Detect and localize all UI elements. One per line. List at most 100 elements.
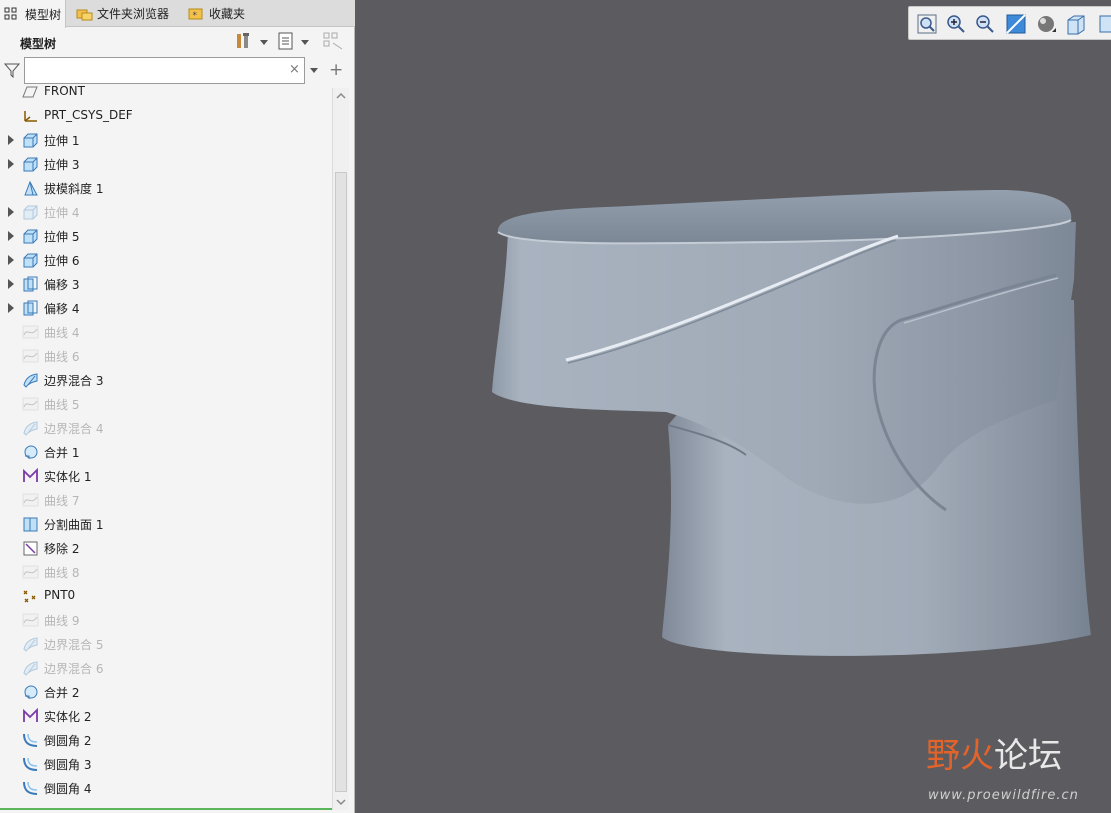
tree-item[interactable]: 曲线 9 bbox=[0, 608, 332, 632]
tree-item[interactable]: PRT_CSYS_DEF bbox=[0, 104, 332, 128]
watermark-title: 野火论坛 bbox=[926, 728, 1062, 777]
tree-scrollbar[interactable] bbox=[332, 88, 349, 810]
tree-columns-icon bbox=[322, 31, 344, 54]
tree-item[interactable]: 曲线 5 bbox=[0, 392, 332, 416]
filter-icon[interactable] bbox=[3, 62, 21, 81]
tree-item[interactable]: 曲线 8 bbox=[0, 560, 332, 584]
list-icon bbox=[277, 31, 295, 54]
tab-model-tree-label: 模型树 bbox=[25, 7, 62, 22]
solidify-icon bbox=[22, 707, 39, 724]
datum-plane-icon bbox=[22, 86, 39, 100]
curve-icon bbox=[22, 612, 39, 628]
tree-item[interactable]: 拉伸 3 bbox=[0, 152, 332, 176]
tree-item[interactable]: 边界混合 6 bbox=[0, 656, 332, 680]
extrude-icon bbox=[22, 252, 39, 268]
zoom-in-icon[interactable] bbox=[944, 12, 968, 36]
tab-favorites-label: 收藏夹 bbox=[209, 7, 246, 21]
scroll-thumb[interactable] bbox=[335, 172, 347, 792]
expand-arrow-icon[interactable] bbox=[8, 255, 14, 265]
search-input[interactable] bbox=[24, 57, 305, 84]
remove-icon bbox=[22, 540, 39, 556]
expand-arrow-icon[interactable] bbox=[8, 207, 14, 217]
tree-item-label: 曲线 8 bbox=[44, 566, 80, 580]
tree-item-label: 拉伸 1 bbox=[44, 134, 80, 148]
boundary-blend-icon bbox=[22, 660, 39, 676]
tree-item[interactable]: 合并 1 bbox=[0, 440, 332, 464]
tree-item[interactable]: 曲线 4 bbox=[0, 320, 332, 344]
tree-item[interactable]: 偏移 4 bbox=[0, 296, 332, 320]
settings-dropdown-button[interactable] bbox=[234, 32, 268, 52]
tree-item[interactable]: 移除 2 bbox=[0, 536, 332, 560]
tab-favorites[interactable]: * 收藏夹 bbox=[184, 0, 251, 27]
zoom-out-icon[interactable] bbox=[973, 12, 997, 36]
tree-item-label: 拉伸 5 bbox=[44, 230, 80, 244]
tree-item-label: 拉伸 4 bbox=[44, 206, 80, 220]
tree-item[interactable]: 拉伸 5 bbox=[0, 224, 332, 248]
tree-item-label: 倒圆角 3 bbox=[44, 758, 92, 772]
tree-item[interactable]: 实体化 2 bbox=[0, 704, 332, 728]
favorites-icon: * bbox=[188, 7, 204, 21]
tree-item[interactable]: 拉伸 1 bbox=[0, 128, 332, 152]
tab-model-tree[interactable]: 模型树 bbox=[0, 0, 66, 28]
status-progress-line bbox=[0, 808, 332, 810]
expand-arrow-icon[interactable] bbox=[8, 303, 14, 313]
tree-item[interactable]: 偏移 3 bbox=[0, 272, 332, 296]
tree-filter-button[interactable] bbox=[322, 32, 344, 52]
show-dropdown-button[interactable] bbox=[277, 32, 309, 52]
scroll-up-button[interactable] bbox=[333, 88, 349, 104]
tree-item[interactable]: 分割曲面 1 bbox=[0, 512, 332, 536]
tree-item[interactable]: 曲线 6 bbox=[0, 344, 332, 368]
tree-item[interactable]: 拉伸 4 bbox=[0, 200, 332, 224]
boundary-blend-icon bbox=[22, 372, 39, 388]
round-icon bbox=[22, 756, 39, 772]
tree-title: 模型树 bbox=[20, 37, 57, 51]
tree-item[interactable]: 倒圆角 4 bbox=[0, 776, 332, 800]
tree-item[interactable]: 合并 2 bbox=[0, 680, 332, 704]
expand-arrow-icon[interactable] bbox=[8, 159, 14, 169]
expand-arrow-icon[interactable] bbox=[8, 279, 14, 289]
tree-item-label: 偏移 4 bbox=[44, 302, 80, 316]
tree-item[interactable]: 边界混合 4 bbox=[0, 416, 332, 440]
tree-item[interactable]: 拉伸 6 bbox=[0, 248, 332, 272]
tree-item[interactable]: 边界混合 3 bbox=[0, 368, 332, 392]
tree-item[interactable]: 倒圆角 2 bbox=[0, 728, 332, 752]
tree-item[interactable]: 曲线 7 bbox=[0, 488, 332, 512]
tree-item-label: PNT0 bbox=[44, 588, 76, 602]
offset-icon bbox=[22, 276, 39, 292]
search-options-dropdown-icon[interactable] bbox=[310, 68, 318, 73]
scroll-down-button[interactable] bbox=[333, 794, 349, 810]
tree-item[interactable]: 倒圆角 3 bbox=[0, 752, 332, 776]
extrude-icon bbox=[22, 204, 39, 220]
graphics-viewport[interactable]: 野火论坛 www.proewildfire.cn bbox=[356, 0, 1111, 813]
expand-arrow-icon[interactable] bbox=[8, 231, 14, 241]
tree-item-label: 拔模斜度 1 bbox=[44, 182, 104, 196]
tab-folder-browser[interactable]: 文件夹浏览器 bbox=[72, 0, 175, 27]
view-manager-icon[interactable] bbox=[1094, 12, 1111, 36]
saved-views-icon[interactable] bbox=[1064, 12, 1088, 36]
tree-item-label: 边界混合 3 bbox=[44, 374, 104, 388]
tree-item-label: 曲线 6 bbox=[44, 350, 80, 364]
tree-item[interactable]: 拔模斜度 1 bbox=[0, 176, 332, 200]
add-filter-icon[interactable]: + bbox=[329, 60, 343, 80]
merge-icon bbox=[22, 684, 39, 700]
extrude-icon bbox=[22, 228, 39, 244]
tree-header: 模型树 bbox=[0, 28, 354, 55]
tree-item-label: 移除 2 bbox=[44, 542, 80, 556]
watermark-title-part2: 论坛 bbox=[994, 736, 1062, 776]
tree-item[interactable]: PNT0 bbox=[0, 584, 332, 608]
display-style-icon[interactable] bbox=[1034, 12, 1058, 36]
tree-item-label: 曲线 9 bbox=[44, 614, 80, 628]
model-tree-list: FRONT PRT_CSYS_DEF 拉伸 1 拉伸 3 拔模斜度 1 拉伸 4 拉伸 5 拉… bbox=[0, 86, 332, 808]
extrude-icon bbox=[22, 132, 39, 148]
expand-arrow-icon[interactable] bbox=[8, 135, 14, 145]
tree-item[interactable]: 边界混合 5 bbox=[0, 632, 332, 656]
repaint-icon[interactable] bbox=[1004, 12, 1028, 36]
tree-item[interactable]: 实体化 1 bbox=[0, 464, 332, 488]
tree-item-label: 边界混合 5 bbox=[44, 638, 104, 652]
tree-item[interactable]: FRONT bbox=[0, 86, 332, 104]
tree-item-label: 边界混合 4 bbox=[44, 422, 104, 436]
refit-icon[interactable] bbox=[915, 12, 939, 36]
part-model-3d[interactable] bbox=[356, 0, 1111, 813]
clear-search-icon[interactable]: × bbox=[289, 62, 300, 77]
csys-icon bbox=[22, 108, 39, 124]
